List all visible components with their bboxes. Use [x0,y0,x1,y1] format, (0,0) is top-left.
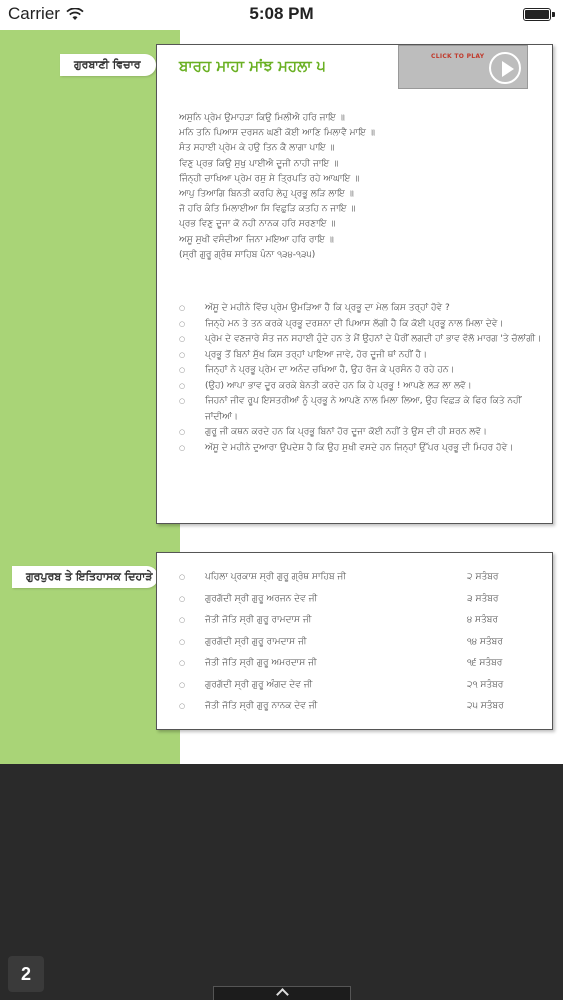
verse-line: ਜੋ ਹਰਿ ਕੰਤਿ ਮਿਲਾਈਆ ਸਿ ਵਿਛੁੜਿ ਕਤਹਿ ਨ ਜਾਇ … [179,204,356,215]
list-item: (ਉਹ) ਆਪਾ ਭਾਵ ਦੂਰ ਕਰਕੇ ਬੇਨਤੀ ਕਰਦੇ ਹਨ ਕਿ ਹ… [177,379,547,395]
gurpurab-date: ੨ ਸਤੰਬਰ [467,572,499,582]
play-icon[interactable] [489,52,521,84]
gurpurab-date: ੧੪ ਸਤੰਬਰ [467,636,503,647]
gurpurab-event: ਜੋਤੀ ਜੋਤਿ ਸ੍ਰੀ ਗੁਰੂ ਅਮਰਦਾਸ ਜੀ [205,658,317,668]
gurpurab-event: ਗੁਰਗੱਦੀ ਸ੍ਰੀ ਗੁਰੂ ਰਾਮਦਾਸ ਜੀ [205,636,307,647]
table-row: ਜੋਤੀ ਜੋਤਿ ਸ੍ਰੀ ਗੁਰੂ ਨਾਨਕ ਦੇਵ ਜੀ ੨੫ ਸਤੰਬਰ [177,696,537,718]
gurpurab-date: ੨੧ ਸਤੰਬਰ [467,679,504,690]
list-item: ਗੁਰੂ ਜੀ ਕਥਨ ਕਰਦੇ ਹਨ ਕਿ ਪ੍ਰਭੂ ਬਿਨਾਂ ਹੋਰ ਦ… [177,425,547,441]
gurpurab-card: ਪਹਿਲਾ ਪ੍ਰਕਾਸ਼ ਸ੍ਰੀ ਗੁਰੂ ਗ੍ਰੰਥ ਸਾਹਿਬ ਜੀ ੨ … [156,552,553,730]
video-play-thumbnail[interactable]: CLICK TO PLAY [398,45,528,89]
battery-level [525,10,549,19]
gurbani-card: ਬਾਰਹ ਮਾਹਾ ਮਾਂਝ ਮਹਲਾ ੫ CLICK TO PLAY ਅਸੁਨ… [156,44,553,524]
gurpurab-date: ੨੫ ਸਤੰਬਰ [467,701,504,711]
list-item: ਪ੍ਰੇਮ ਦੇ ਵਣਜਾਰੇ ਸੰਤ ਜਨ ਸਹਾਈ ਹੁੰਦੇ ਹਨ ਤੇ … [177,332,547,348]
list-item: ਪ੍ਰਭੂ ਤੋਂ ਬਿਨਾਂ ਸੁੱਖ ਕਿਸ ਤਰ੍ਹਾਂ ਪਾਇਆ ਜਾਵ… [177,348,547,364]
gurbani-section-tag: ਗੁਰਬਾਣੀ ਵਿਚਾਰ [60,54,156,76]
verse-line: ਵਿਣੁ ਪ੍ਰਭ ਕਿਉ ਸੁਖੁ ਪਾਈਐ ਦੂਜੀ ਨਾਹੀ ਜਾਇ ॥ [179,158,339,169]
gurpurab-event: ਗੁਰਗੱਦੀ ਸ੍ਰੀ ਗੁਰੂ ਅੰਗਦ ਦੇਵ ਜੀ [205,679,313,690]
gurpurab-event: ਜੋਤੀ ਜੋਤਿ ਸ੍ਰੀ ਗੁਰੂ ਨਾਨਕ ਦੇਵ ਜੀ [205,701,318,711]
verse-line: ਮਨਿ ਤਨਿ ਪਿਆਸ ਦਰਸਨ ਘਣੀ ਕੋਈ ਆਣਿ ਮਿਲਾਵੈ ਮਾਇ… [179,128,375,139]
list-item: ਅੱਸੂ ਦੇ ਮਹੀਨੇ ਵਿੱਚ ਪ੍ਰੇਮ ਉਮੜਿਆ ਹੈ ਕਿ ਪ੍ਰ… [177,301,547,317]
gurpurab-event: ਪਹਿਲਾ ਪ੍ਰਕਾਸ਼ ਸ੍ਰੀ ਗੁਰੂ ਗ੍ਰੰਥ ਸਾਹਿਬ ਜੀ [205,572,347,582]
battery-icon [523,8,555,21]
gurpurab-date: ੩ ਸਤੰਬਰ [467,593,499,604]
table-row: ਜੋਤੀ ਜੋਤਿ ਸ੍ਰੀ ਗੁਰੂ ਅਮਰਦਾਸ ਜੀ ੧੬ ਸਤੰਬਰ [177,653,537,675]
verse-block: ਅਸੁਨਿ ਪ੍ਰੇਮ ਉਮਾਹੜਾ ਕਿਉ ਮਿਲੀਐ ਹਰਿ ਜਾਇ ॥ ਮਨ… [179,111,534,263]
chevron-up-icon[interactable] [276,988,289,1000]
verse-line: ਅਸੂ ਸੁਖੀ ਵਸੰਦੀਆ ਜਿਨਾ ਮਇਆ ਹਰਿ ਰਾਇ ॥ [179,234,334,245]
click-to-play-label: CLICK TO PLAY [431,53,485,60]
gurpurab-date: ੧੬ ਸਤੰਬਰ [467,658,503,668]
list-item: ਜਿਨ੍ਹੇ ਮਨ ਤੇ ਤਨ ਕਰਕੇ ਪ੍ਰਭੂ ਦਰਸ਼ਨਾ ਦੀ ਪਿਆ… [177,317,547,333]
document-page[interactable]: ਗੁਰਬਾਣੀ ਵਿਚਾਰ ਬਾਰਹ ਮਾਹਾ ਮਾਂਝ ਮਹਲਾ ੫ CLIC… [0,30,563,764]
status-bar: Carrier 5:08 PM [0,0,563,30]
gurpurab-section-tag: ਗੁਰਪੁਰਬ ਤੇ ਇਤਿਹਾਸਕ ਦਿਹਾੜੇ [12,566,158,588]
verse-line: ਅਸੁਨਿ ਪ੍ਰੇਮ ਉਮਾਹੜਾ ਕਿਉ ਮਿਲੀਐ ਹਰਿ ਜਾਇ ॥ [179,113,345,123]
table-row: ਗੁਰਗੱਦੀ ਸ੍ਰੀ ਗੁਰੂ ਰਾਮਦਾਸ ਜੀ ੧੪ ਸਤੰਬਰ [177,632,537,654]
list-item: ਜਿਨ੍ਹਾਂ ਨੇ ਪ੍ਰਭੂ ਪ੍ਰੇਮ ਦਾ ਅਨੰਦ ਚਖਿਆ ਹੈ, … [177,363,547,379]
verse-line: ਆਪੁ ਤਿਆਗਿ ਬਿਨਤੀ ਕਰਹਿ ਲੇਹੁ ਪ੍ਰਭੂ ਲੜਿ ਲਾਇ … [179,189,354,200]
gurpurab-date: ੪ ਸਤੰਬਰ [467,615,498,625]
list-item: ਜਿਹਨਾਂ ਜੀਵ ਰੂਪ ਇਸਤਰੀਆਂ ਨੂੰ ਪ੍ਰਭੂ ਨੇ ਆਪਣੇ… [177,394,547,425]
table-row: ਗੁਰਗੱਦੀ ਸ੍ਰੀ ਗੁਰੂ ਅਰਜਨ ਦੇਵ ਜੀ ੩ ਸਤੰਬਰ [177,589,537,611]
gurbani-title: ਬਾਰਹ ਮਾਹਾ ਮਾਂਝ ਮਹਲਾ ੫ [179,57,326,75]
verse-line: ਸੰਤ ਸਹਾਈ ਪ੍ਰੇਮ ਕੇ ਹਉ ਤਿਨ ਕੈ ਲਾਗਾ ਪਾਇ ॥ [179,143,335,154]
gurpurab-event: ਜੋਤੀ ਜੋਤਿ ਸ੍ਰੀ ਗੁਰੂ ਰਾਮਦਾਸ ਜੀ [205,615,312,625]
page-number-badge[interactable]: 2 [8,956,44,992]
verse-line: (ਸ੍ਰੀ ਗੁਰੂ ਗ੍ਰੰਥ ਸਾਹਿਬ ਪੰਨਾ ੧੩੪-੧੩੫) [179,249,316,260]
table-row: ਗੁਰਗੱਦੀ ਸ੍ਰੀ ਗੁਰੂ ਅੰਗਦ ਦੇਵ ਜੀ ੨੧ ਸਤੰਬਰ [177,675,537,697]
list-item: ਅੱਸੂ ਦੇ ਮਹੀਨੇ ਦੁਆਰਾ ਉਪਦੇਸ਼ ਹੈ ਕਿ ਉਹ ਸੁਖੀ… [177,441,547,457]
verse-line: ਪ੍ਰਭ ਵਿਣੁ ਦੂਜਾ ਕੋ ਨਹੀ ਨਾਨਕ ਹਰਿ ਸਰਣਾਇ ॥ [179,219,336,230]
verse-line: ਜਿੰਨ੍ਹੀ ਚਾਖਿਆ ਪ੍ਰੇਮ ਰਸੁ ਸੇ ਤ੍ਰਿਪਤਿ ਰਹੇ ਆ… [179,173,360,184]
table-row: ਪਹਿਲਾ ਪ੍ਰਕਾਸ਼ ਸ੍ਰੀ ਗੁਰੂ ਗ੍ਰੰਥ ਸਾਹਿਬ ਜੀ ੨ … [177,567,537,589]
clock: 5:08 PM [249,4,314,23]
gurpurab-event: ਗੁਰਗੱਦੀ ਸ੍ਰੀ ਗੁਰੂ ਅਰਜਨ ਦੇਵ ਜੀ [205,593,318,604]
green-sidebar-strip [0,30,180,764]
explanation-list: ਅੱਸੂ ਦੇ ਮਹੀਨੇ ਵਿੱਚ ਪ੍ਰੇਮ ਉਮੜਿਆ ਹੈ ਕਿ ਪ੍ਰ… [177,301,547,456]
table-row: ਜੋਤੀ ਜੋਤਿ ਸ੍ਰੀ ਗੁਰੂ ਰਾਮਦਾਸ ਜੀ ੪ ਸਤੰਬਰ [177,610,537,632]
gurpurab-list: ਪਹਿਲਾ ਪ੍ਰਕਾਸ਼ ਸ੍ਰੀ ਗੁਰੂ ਗ੍ਰੰਥ ਸਾਹਿਬ ਜੀ ੨ … [177,567,537,718]
bottom-drawer-handle[interactable] [213,986,351,1000]
